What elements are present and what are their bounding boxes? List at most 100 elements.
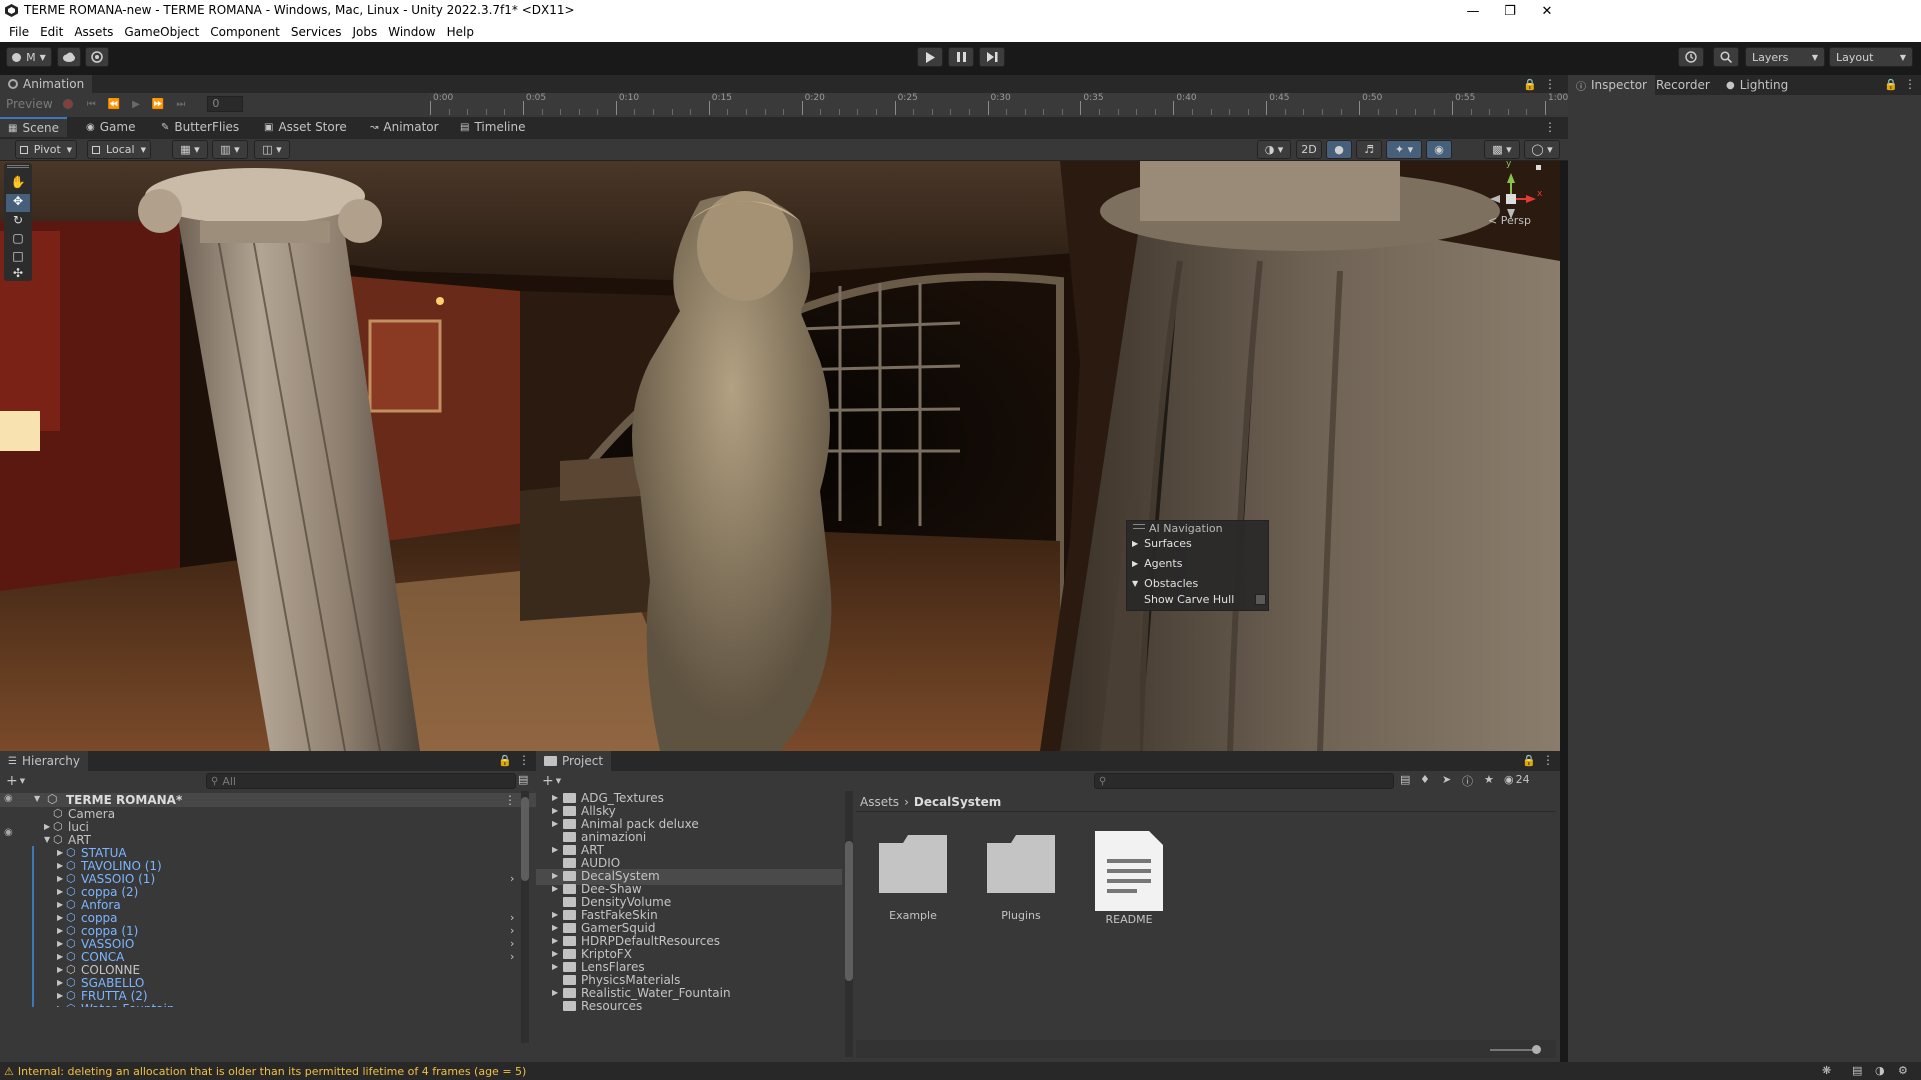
tab-inspector[interactable]: ⓘ Inspector xyxy=(1568,75,1655,95)
tab-hierarchy[interactable]: ☰ Hierarchy xyxy=(0,751,88,771)
breadcrumb-assets[interactable]: Assets xyxy=(860,795,899,809)
collab-button[interactable] xyxy=(85,47,109,67)
menu-component[interactable]: Component xyxy=(210,22,280,42)
create-button[interactable]: + ▼ xyxy=(6,773,25,789)
menu-edit[interactable]: Edit xyxy=(40,22,63,42)
hidden-objects-toggle[interactable]: ◉ xyxy=(1426,140,1452,159)
play-button[interactable] xyxy=(917,47,943,67)
tab-project[interactable]: Project xyxy=(536,751,612,771)
persp-label[interactable]: < Persp xyxy=(1488,214,1531,227)
chevron-right-icon[interactable]: ▶ xyxy=(57,900,63,909)
surfaces-foldout[interactable]: ▶ Surfaces xyxy=(1132,537,1192,550)
folder-tree-item[interactable]: Resources xyxy=(536,999,842,1015)
search-by-label-icon[interactable]: ♦ xyxy=(1420,773,1430,786)
scene-viewport[interactable]: ✋ ✥ ↻ ▢ □ ✣ y x < Persp AI Navigation ▶ S… xyxy=(0,161,1560,751)
more-options-icon[interactable]: ⋮ xyxy=(1542,753,1554,767)
lock-icon[interactable]: 🔒 xyxy=(498,754,512,767)
last-key-icon[interactable]: ⏭ xyxy=(176,99,185,110)
zoom-slider-thumb[interactable] xyxy=(1532,1045,1541,1054)
chevron-right-icon[interactable]: ▶ xyxy=(57,978,63,987)
chevron-right-icon[interactable]: ▶ xyxy=(552,962,558,971)
cloud-button[interactable] xyxy=(57,47,81,67)
chevron-right-icon[interactable]: ▶ xyxy=(552,871,558,880)
lock-icon[interactable]: 🔒 xyxy=(1523,78,1537,91)
chevron-right-icon[interactable]: ▶ xyxy=(552,819,558,828)
star-icon[interactable]: ★ xyxy=(1484,773,1494,786)
hand-tool-icon[interactable]: ✋ xyxy=(6,175,30,193)
next-key-icon[interactable]: ⏩ xyxy=(152,99,164,110)
asset-readme[interactable]: README xyxy=(1088,829,1170,926)
scene-visibility-icon[interactable]: ▤ xyxy=(518,773,528,786)
prev-key-icon[interactable]: ⏪ xyxy=(108,99,120,110)
chevron-right-icon[interactable]: ▶ xyxy=(57,965,63,974)
toggle-2d-button[interactable]: 2D xyxy=(1296,140,1322,159)
chevron-right-icon[interactable]: ▶ xyxy=(552,793,558,802)
camera-settings-button[interactable]: ▩ ▾ xyxy=(1484,140,1520,159)
menu-gameobject[interactable]: GameObject xyxy=(124,22,199,42)
undo-history-button[interactable] xyxy=(1678,47,1704,67)
obstacles-foldout[interactable]: ▼ Obstacles xyxy=(1132,577,1198,590)
step-button[interactable] xyxy=(979,47,1005,67)
menu-window[interactable]: Window xyxy=(388,22,435,42)
chevron-right-icon[interactable]: ▶ xyxy=(552,806,558,815)
alert-icon[interactable]: ⓘ xyxy=(1462,773,1473,789)
chevron-right-icon[interactable]: ▶ xyxy=(57,913,63,922)
tab-animator[interactable]: ↝ Animator xyxy=(362,117,447,137)
frame-field[interactable]: 0 xyxy=(207,96,244,112)
tab-recorder[interactable]: Recorder xyxy=(1648,75,1718,95)
project-search[interactable]: ⚲ xyxy=(1094,773,1394,789)
close-button[interactable]: ✕ xyxy=(1525,0,1569,22)
tab-animation[interactable]: Animation xyxy=(0,75,93,93)
scale-tool-icon[interactable]: ▢ xyxy=(6,231,30,249)
hierarchy-item[interactable]: ▶⬡ Water_Fountain xyxy=(0,1002,520,1007)
account-button[interactable]: M ▼ xyxy=(6,47,52,67)
cache-icon[interactable]: ▤ xyxy=(1852,1064,1862,1077)
more-options-icon[interactable]: ⋮ xyxy=(1544,77,1556,91)
zoom-slider-track[interactable] xyxy=(1490,1049,1538,1051)
menu-help[interactable]: Help xyxy=(447,22,474,42)
tab-lighting[interactable]: ● Lighting xyxy=(1718,75,1796,95)
first-key-icon[interactable]: ⏮ xyxy=(87,99,96,110)
scrollbar-thumb[interactable] xyxy=(845,841,853,981)
more-options-icon[interactable]: ⋮ xyxy=(1904,77,1916,91)
open-prefab-icon[interactable]: › xyxy=(510,872,514,885)
draw-mode-button[interactable]: ◑ ▾ xyxy=(1257,140,1291,159)
chevron-right-icon[interactable]: ▶ xyxy=(552,949,558,958)
tab-butterflies[interactable]: ✎ ButterFlies xyxy=(153,117,247,137)
chevron-right-icon[interactable]: ▶ xyxy=(57,874,63,883)
grid-snap-button[interactable]: ▦ ▾ xyxy=(172,140,208,159)
lighting-bake-icon[interactable]: ◑ xyxy=(1875,1064,1885,1077)
menu-services[interactable]: Services xyxy=(291,22,342,42)
tab-timeline[interactable]: ▤ Timeline xyxy=(452,117,533,137)
rect-tool-icon[interactable]: □ xyxy=(6,249,30,267)
more-options-icon[interactable]: ⋮ xyxy=(518,753,530,767)
tab-scene[interactable]: ▦ Scene xyxy=(0,117,68,137)
chevron-right-icon[interactable]: ▶ xyxy=(57,952,63,961)
tab-asset-store[interactable]: ▣ Asset Store xyxy=(256,117,355,137)
increment-snap-button[interactable]: ◫ ▾ xyxy=(254,140,290,159)
chevron-right-icon[interactable]: ▶ xyxy=(57,887,63,896)
chevron-right-icon[interactable]: ▶ xyxy=(552,988,558,997)
lighting-toggle[interactable]: ● xyxy=(1326,140,1352,159)
tab-game[interactable]: ◉ Game xyxy=(78,117,143,137)
breadcrumb-current[interactable]: DecalSystem xyxy=(914,795,1001,809)
lock-icon[interactable]: 🔒 xyxy=(1884,78,1898,91)
record-icon[interactable] xyxy=(62,99,73,109)
move-tool-icon[interactable]: ✥ xyxy=(6,194,30,212)
audio-toggle[interactable]: ♬ xyxy=(1356,140,1382,159)
play-anim-icon[interactable]: ▶ xyxy=(132,99,140,110)
orientation-gizmo[interactable]: y x xyxy=(1480,161,1560,241)
menu-file[interactable]: File xyxy=(9,22,29,42)
gizmos-button[interactable]: ◯ ▾ xyxy=(1524,140,1560,159)
palette-handle[interactable] xyxy=(7,165,29,168)
chevron-right-icon[interactable]: ▶ xyxy=(57,926,63,935)
menu-assets[interactable]: Assets xyxy=(74,22,113,42)
hidden-packages-toggle[interactable]: ◉ 24 xyxy=(1504,773,1530,786)
drag-handle-icon[interactable] xyxy=(1133,524,1145,529)
asset-example[interactable]: Example xyxy=(872,833,954,922)
lock-icon[interactable]: 🔒 xyxy=(1522,754,1536,767)
pause-button[interactable] xyxy=(948,47,974,67)
preview-button[interactable]: Preview xyxy=(6,97,53,111)
chevron-right-icon[interactable]: ▶ xyxy=(44,822,50,831)
status-message[interactable]: Internal: deleting an allocation that is… xyxy=(18,1065,526,1078)
